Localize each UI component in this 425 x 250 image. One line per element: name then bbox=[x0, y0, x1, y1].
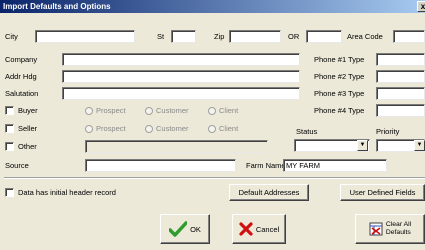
header-record-label: Data has initial header record bbox=[18, 188, 116, 197]
phone4-type-input[interactable] bbox=[376, 104, 425, 117]
close-icon: x bbox=[420, 2, 425, 11]
ok-button[interactable]: OK bbox=[160, 214, 210, 244]
phone2-type-input[interactable] bbox=[376, 70, 425, 83]
source-label: Source bbox=[5, 161, 29, 170]
city-label: City bbox=[5, 32, 18, 41]
checkmark-icon bbox=[169, 221, 188, 237]
addr-hdg-input[interactable] bbox=[62, 70, 300, 83]
close-button[interactable]: x bbox=[417, 1, 425, 12]
priority-label: Priority bbox=[376, 127, 400, 136]
phone4-type-label: Phone #4 Type bbox=[314, 106, 365, 115]
phone3-type-input[interactable] bbox=[376, 87, 425, 100]
status-dropdown-icon[interactable]: ▼ bbox=[357, 140, 368, 151]
clear-all-text: Clear All Defaults bbox=[386, 221, 411, 237]
clear-all-defaults-button[interactable]: Clear All Defaults bbox=[355, 214, 425, 244]
zip-input[interactable] bbox=[229, 30, 281, 43]
other-checkbox[interactable] bbox=[5, 142, 14, 151]
buyer-checkbox[interactable] bbox=[5, 106, 14, 115]
phone3-type-label: Phone #3 Type bbox=[314, 89, 365, 98]
user-defined-fields-label: User Defined Fields bbox=[349, 188, 416, 197]
clear-all-label: Clear All bbox=[385, 221, 412, 228]
clear-defaults-icon bbox=[369, 222, 383, 236]
or-label: OR bbox=[288, 32, 300, 41]
other-label: Other bbox=[18, 142, 37, 151]
seller-prospect-label: Prospect bbox=[96, 124, 126, 133]
source-input[interactable] bbox=[85, 159, 236, 172]
farm-name-input[interactable]: MY FARM bbox=[283, 159, 387, 172]
seller-label: Seller bbox=[18, 124, 38, 133]
phone1-type-label: Phone #1 Type bbox=[314, 55, 365, 64]
title-bar: Import Defaults and Options bbox=[0, 0, 425, 13]
phone2-type-label: Phone #2 Type bbox=[314, 72, 365, 81]
default-addresses-button[interactable]: Default Addresses bbox=[229, 184, 309, 201]
phone1-type-input[interactable] bbox=[376, 53, 425, 66]
ok-label: OK bbox=[190, 224, 201, 234]
cancel-label: Cancel bbox=[255, 224, 280, 234]
buyer-prospect-radio[interactable] bbox=[85, 107, 93, 115]
salutation-label: Salutation bbox=[5, 89, 39, 98]
zip-label: Zip bbox=[214, 32, 225, 41]
seller-client-label: Client bbox=[219, 124, 239, 133]
company-input[interactable] bbox=[62, 53, 300, 66]
addr-hdg-label: Addr Hdg bbox=[5, 72, 37, 81]
farm-name-label: Farm Name bbox=[246, 161, 286, 170]
buyer-prospect-label: Prospect bbox=[96, 106, 126, 115]
cancel-button[interactable]: Cancel bbox=[232, 214, 286, 244]
defaults-label: Defaults bbox=[385, 229, 411, 236]
priority-dropdown-icon[interactable]: ▼ bbox=[414, 140, 425, 151]
area-code-label: Area Code bbox=[347, 32, 383, 41]
buyer-customer-radio[interactable] bbox=[145, 107, 153, 115]
zip-alt-input[interactable] bbox=[306, 30, 342, 43]
status-label: Status bbox=[296, 127, 318, 136]
state-input[interactable] bbox=[171, 30, 196, 43]
seller-customer-label: Customer bbox=[156, 124, 189, 133]
seller-prospect-radio[interactable] bbox=[85, 125, 93, 133]
header-record-checkbox[interactable] bbox=[5, 188, 14, 197]
buyer-client-radio[interactable] bbox=[208, 107, 216, 115]
seller-customer-radio[interactable] bbox=[145, 125, 153, 133]
default-addresses-label: Default Addresses bbox=[238, 188, 300, 197]
x-icon bbox=[239, 222, 253, 236]
buyer-customer-label: Customer bbox=[156, 106, 189, 115]
city-input[interactable] bbox=[35, 30, 135, 43]
buyer-client-label: Client bbox=[219, 106, 239, 115]
area-code-input[interactable] bbox=[393, 30, 425, 43]
buyer-label: Buyer bbox=[18, 106, 38, 115]
seller-checkbox[interactable] bbox=[5, 124, 14, 133]
seller-client-radio[interactable] bbox=[208, 125, 216, 133]
other-input[interactable] bbox=[85, 140, 268, 153]
user-defined-fields-button[interactable]: User Defined Fields bbox=[340, 184, 425, 201]
window-title: Import Defaults and Options bbox=[3, 2, 111, 11]
company-label: Company bbox=[5, 55, 38, 64]
state-label: St bbox=[157, 32, 165, 41]
separator bbox=[4, 177, 425, 179]
salutation-input[interactable] bbox=[62, 87, 300, 100]
